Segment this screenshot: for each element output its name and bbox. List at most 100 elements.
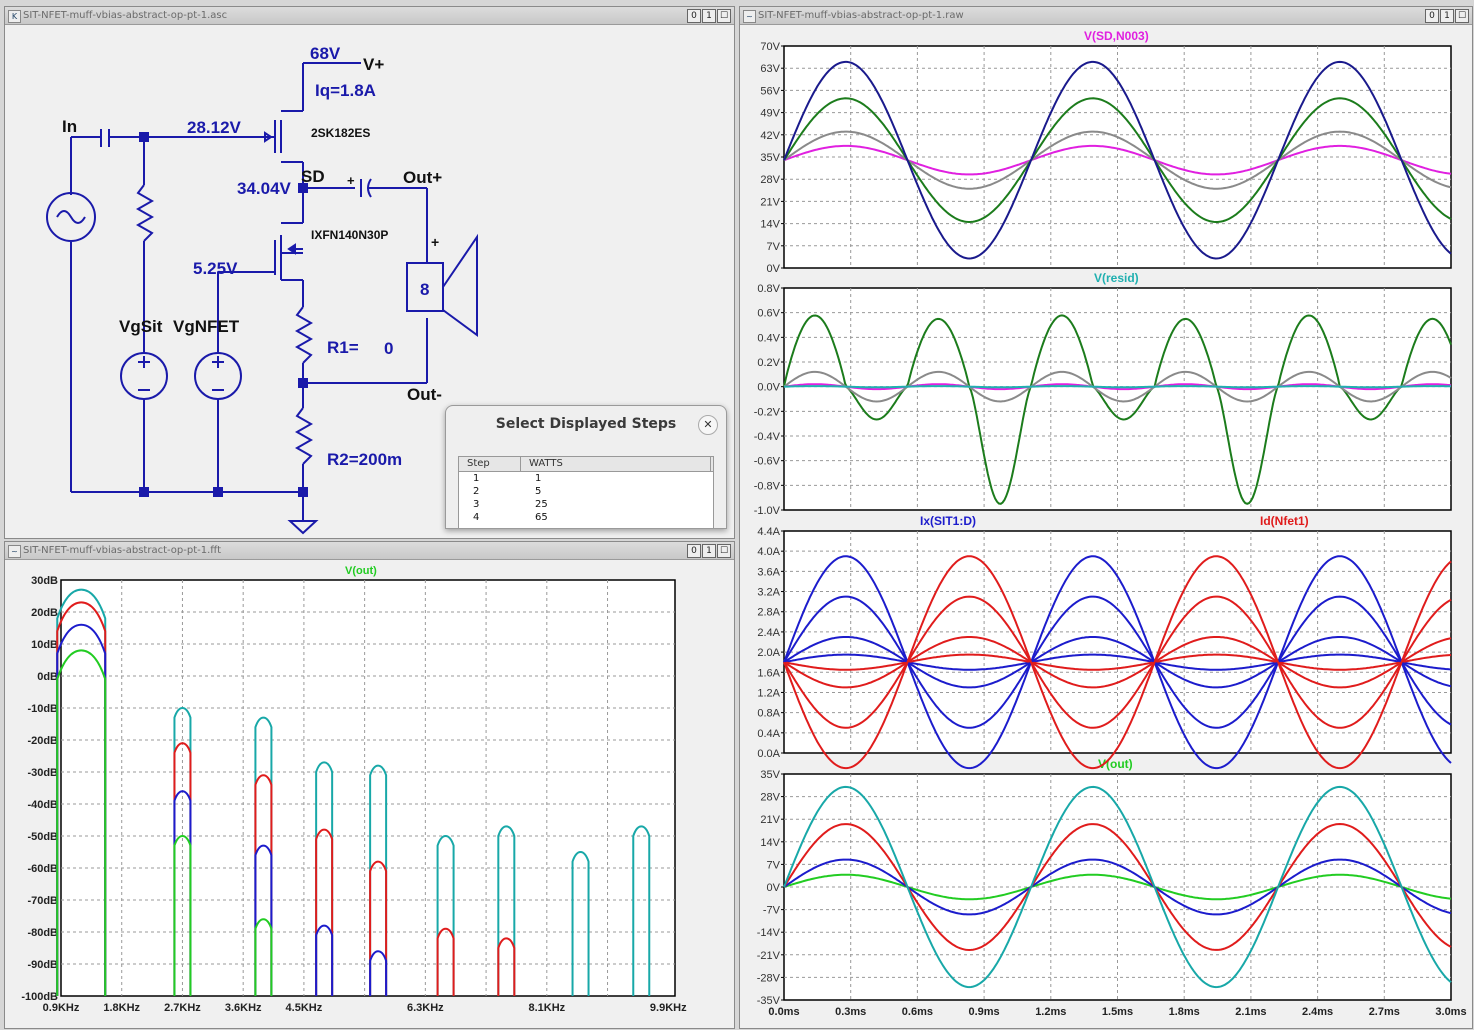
schematic-title: SIT-NFET-muff-vbias-abstract-op-pt-1.asc <box>23 10 228 21</box>
pane3-y-tick-label: 4.0A <box>757 546 780 558</box>
fft-titlebar[interactable]: ~ SIT-NFET-muff-vbias-abstract-op-pt-1.f… <box>5 542 734 560</box>
watts-cell: 25 <box>535 499 548 510</box>
col-header-watts[interactable]: WATTS <box>521 457 711 471</box>
x-tick-label: 1.5ms <box>1102 1006 1133 1018</box>
x-tick-label: 0.6ms <box>902 1006 933 1018</box>
fft-plot[interactable]: V(out) 30dB 20dB 10dB 0dB -10dB -20dB -30dB -40… <box>5 560 734 1028</box>
junction-dot <box>139 132 149 142</box>
label-cap-plus: + <box>347 173 355 188</box>
pane3-y-tick-label: 4.4A <box>757 526 780 538</box>
label-34v: 34.04V <box>237 179 292 198</box>
raw-window[interactable]: ~ SIT-NFET-muff-vbias-abstract-op-pt-1.r… <box>739 6 1473 1029</box>
pane3-y-tick-label: 1.2A <box>757 687 780 699</box>
watts-cell: 65 <box>535 512 548 523</box>
label-out-plus: Out+ <box>403 168 442 187</box>
pane3-trace-label-nfet: Id(Nfet1) <box>1260 514 1309 528</box>
waveform-icon: ~ <box>8 545 21 558</box>
x-tick-label: 3.0ms <box>1435 1006 1466 1018</box>
ltspice-icon: K <box>8 10 21 23</box>
fft-y-tick-label: -40dB <box>27 799 58 811</box>
pane2-y-tick-label: 0.0V <box>757 382 780 394</box>
label-68v: 68V <box>310 44 341 63</box>
pane4-y-tick-label: -14V <box>757 927 781 939</box>
raw-plot[interactable]: V(SD,N003) V(resid) Ix(SIT1:D) Id(Nfet1)… <box>740 25 1472 1028</box>
pane4-y-tick-label: -21V <box>757 950 781 962</box>
fft-y-tick-label: -60dB <box>27 863 58 875</box>
maximize-button[interactable]: ☐ <box>1455 9 1469 23</box>
close-icon[interactable]: ✕ <box>698 415 718 435</box>
fft-y-tick-label: 0dB <box>37 671 58 683</box>
raw-titlebar[interactable]: ~ SIT-NFET-muff-vbias-abstract-op-pt-1.r… <box>740 7 1472 25</box>
table-row[interactable]: 25 <box>459 485 713 498</box>
pane2-y-tick-label: 0.8V <box>757 283 780 295</box>
col-header-step[interactable]: Step <box>459 457 521 471</box>
minimize-button[interactable]: 0 <box>687 9 701 23</box>
pane1-y-tick-label: 14V <box>760 219 780 231</box>
pane1-y-tick-label: 28V <box>760 174 780 186</box>
label-sd: SD <box>301 167 325 186</box>
fft-trace-label: V(out) <box>345 565 377 577</box>
x-tick-label: 2.7ms <box>1369 1006 1400 1018</box>
pane1-y-tick-label: 56V <box>760 85 780 97</box>
fft-x-tick-label: 8.1KHz <box>528 1002 565 1014</box>
maximize-button[interactable]: ☐ <box>717 9 731 23</box>
select-steps-dialog[interactable]: Select Displayed Steps ✕ Step WATTS 11 2… <box>445 405 727 529</box>
watts-cell: 1 <box>535 473 542 484</box>
table-row[interactable]: 4 65 <box>459 511 713 524</box>
pane3-y-tick-label: 2.4A <box>757 627 780 639</box>
restore-button[interactable]: 1 <box>702 544 716 558</box>
restore-button[interactable]: 1 <box>702 9 716 23</box>
pane1-y-tick-label: 49V <box>760 108 780 120</box>
maximize-button[interactable]: ☐ <box>717 544 731 558</box>
fft-x-tick-label: 2.7KHz <box>164 1002 201 1014</box>
fft-x-tick-label: 3.6KHz <box>225 1002 262 1014</box>
fft-y-tick-label: 20dB <box>31 607 58 619</box>
steps-table[interactable]: Step WATTS 11 25 3 25 4 65 <box>458 456 714 528</box>
label-out-minus: Out- <box>407 385 442 404</box>
pane2-y-tick-label: 0.6V <box>757 308 780 320</box>
pane3-y-tick-label: 2.0A <box>757 647 780 659</box>
fft-x-tick-label: 4.5KHz <box>286 1002 323 1014</box>
label-iq: Iq=1.8A <box>315 81 376 100</box>
pane4-y-tick-label: -7V <box>763 905 781 917</box>
pane4-y-tick-label: 14V <box>760 837 780 849</box>
label-r1-value: 0 <box>384 339 393 358</box>
pane1-y-tick-label: 7V <box>767 241 781 253</box>
table-row[interactable]: 11 <box>459 472 713 485</box>
pane1-y-tick-label: 42V <box>760 130 780 142</box>
label-r1: R1= <box>327 338 359 357</box>
pane1-y-tick-label: 63V <box>760 63 780 75</box>
pane4-y-tick-label: 35V <box>760 769 780 781</box>
fft-y-tick-label: -50dB <box>27 831 58 843</box>
minimize-button[interactable]: 0 <box>1425 9 1439 23</box>
fft-x-tick-label: 1.8KHz <box>103 1002 140 1014</box>
label-vplus: V+ <box>363 55 384 74</box>
pane3-y-tick-label: 0.8A <box>757 708 780 720</box>
pane2-y-tick-label: 0.4V <box>757 332 780 344</box>
step-cell: 4 <box>473 512 480 523</box>
pane3-y-tick-label: 0.0A <box>757 748 780 760</box>
waveform-icon: ~ <box>743 10 756 23</box>
fft-y-tick-label: -10dB <box>27 703 58 715</box>
pane1-y-tick-label: 0V <box>767 263 781 275</box>
fft-window[interactable]: ~ SIT-NFET-muff-vbias-abstract-op-pt-1.f… <box>4 541 735 1029</box>
pane1-y-tick-label: 21V <box>760 196 780 208</box>
fft-y-tick-label: -90dB <box>27 959 58 971</box>
schematic-titlebar[interactable]: K SIT-NFET-muff-vbias-abstract-op-pt-1.a… <box>5 7 734 25</box>
label-vgsit: VgSit <box>119 317 163 336</box>
minimize-button[interactable]: 0 <box>687 544 701 558</box>
label-nfet-part: IXFN140N30P <box>311 228 388 242</box>
x-tick-label: 2.4ms <box>1302 1006 1333 1018</box>
x-tick-label: 0.0ms <box>768 1006 799 1018</box>
restore-button[interactable]: 1 <box>1440 9 1454 23</box>
pane2-y-tick-label: -0.2V <box>754 406 781 418</box>
step-cell: 1 <box>473 473 480 484</box>
pane2-y-tick-label: -1.0V <box>754 505 781 517</box>
pane2-y-tick-label: 0.2V <box>757 357 780 369</box>
junction-dot <box>298 487 308 497</box>
table-row[interactable]: 3 25 <box>459 498 713 511</box>
fft-y-tick-label: -80dB <box>27 927 58 939</box>
pane4-y-tick-label: 21V <box>760 814 780 826</box>
pane3-y-tick-label: 2.8A <box>757 607 780 619</box>
x-tick-label: 1.2ms <box>1035 1006 1066 1018</box>
